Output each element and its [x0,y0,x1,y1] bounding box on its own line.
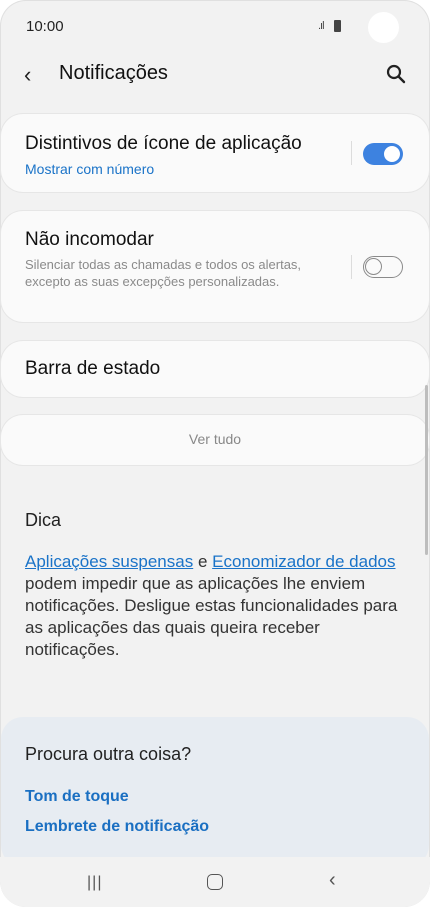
looking-question: Procura outra coisa? [25,744,192,764]
tip-title: Dica [25,510,62,530]
ringtone-link[interactable]: Tom de toque [25,788,129,806]
navigation-bar: ||| ‹ [0,857,430,907]
see-all-button[interactable]: Ver tudo [1,415,429,465]
app-icon-badges-subtitle: Mostrar com número [25,161,155,177]
app-icon-badges-card[interactable]: Distintivos de ícone de aplicação Mostra… [1,114,429,192]
do-not-disturb-card[interactable]: Não incomodar Silenciar todas as chamada… [1,211,429,322]
phone-screen: 10:00 .ıl ‹ Notificações Distintivos de … [0,0,430,907]
app-bar: ‹ Notificações [0,56,430,96]
status-bar: 10:00 .ıl [0,0,430,56]
see-all-label: Ver tudo [188,431,242,447]
looking-for-something-else-panel: Procura outra coisa? Tom de toque Lembre… [1,717,429,867]
page-title: Notificações [59,62,168,84]
nav-back-icon[interactable]: ‹ [329,869,336,892]
do-not-disturb-title: Não incomodar [25,229,154,250]
tip-connector: e [197,552,208,571]
signal-icon: .ıl [318,20,324,32]
home-icon[interactable] [207,874,223,890]
do-not-disturb-description: Silenciar todas as chamadas e todos os a… [25,257,302,289]
scrollbar[interactable] [425,385,428,555]
status-time: 10:00 [26,18,64,35]
divider [351,255,352,279]
tip-body: Aplicações suspensas e Economizador de d… [25,551,405,661]
recents-icon[interactable]: ||| [87,874,102,892]
tip-text: podem impedir que as aplicações lhe envi… [25,574,398,659]
app-icon-badges-title: Distintivos de ícone de aplicação [25,133,302,154]
camera-cutout [368,12,399,43]
status-bar-title: Barra de estado [25,358,161,379]
search-icon[interactable] [386,64,406,84]
battery-icon [334,20,341,32]
app-icon-badges-toggle[interactable] [363,143,403,165]
notification-reminder-link[interactable]: Lembrete de notificação [25,818,209,836]
toggle-knob [382,144,402,164]
do-not-disturb-toggle[interactable] [363,256,403,278]
back-arrow-icon[interactable]: ‹ [24,62,31,88]
divider [351,141,352,165]
suspended-apps-link[interactable]: Aplicações suspensas [25,552,193,571]
status-bar-card[interactable]: Barra de estado [1,341,429,397]
toggle-knob [365,258,382,275]
data-saver-link[interactable]: Economizador de dados [212,552,395,571]
